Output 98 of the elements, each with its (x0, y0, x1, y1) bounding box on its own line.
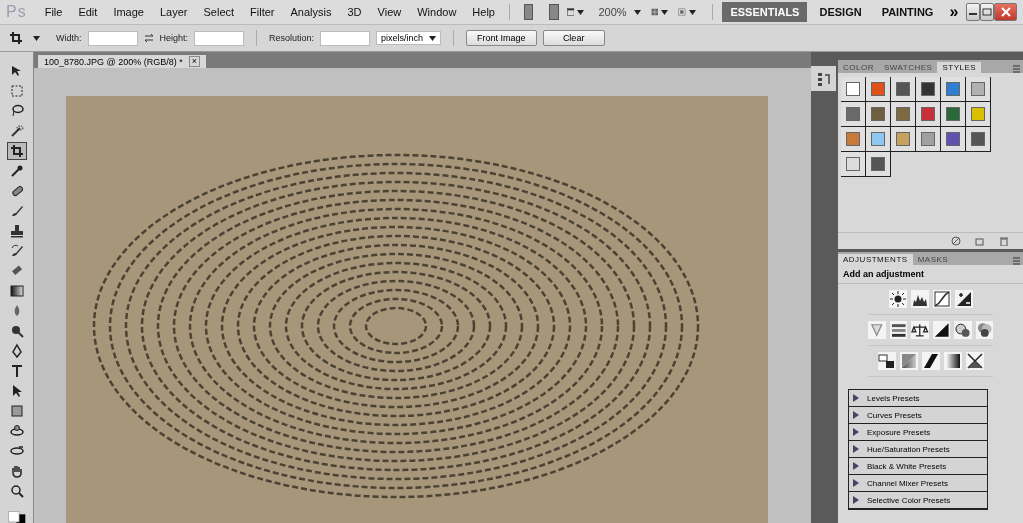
style-swatch[interactable] (941, 127, 966, 152)
resolution-label: Resolution: (269, 33, 315, 43)
menu-item[interactable]: Analysis (282, 6, 340, 18)
zoom-level-dropdown[interactable]: 200% (598, 6, 627, 18)
style-swatch[interactable] (866, 152, 891, 177)
style-swatch[interactable] (891, 102, 916, 127)
panel-tab[interactable]: SWATCHES (878, 62, 938, 73)
expand-triangle-icon[interactable] (853, 394, 859, 402)
style-swatch[interactable] (916, 102, 941, 127)
workspace-button[interactable]: DESIGN (811, 2, 870, 22)
panel-tab[interactable]: STYLES (937, 62, 982, 73)
style-swatch[interactable] (966, 77, 991, 102)
preset-item[interactable]: Channel Mixer Presets (849, 475, 987, 492)
hue-saturation-icon[interactable] (889, 321, 907, 339)
crop-icon[interactable] (8, 30, 24, 46)
minimize-icon[interactable] (966, 3, 981, 21)
menu-item[interactable]: Image (105, 6, 152, 18)
gradient-map-icon[interactable] (943, 352, 962, 370)
style-swatch[interactable] (841, 102, 866, 127)
balance-icon[interactable] (911, 321, 929, 339)
new-style-icon[interactable] (975, 236, 985, 246)
caret-icon[interactable] (688, 9, 696, 15)
close-icon[interactable] (994, 3, 1018, 21)
panel-tab[interactable]: COLOR (838, 62, 879, 73)
menu-item[interactable]: Window (409, 6, 465, 18)
caret-icon[interactable] (33, 35, 40, 41)
style-swatch[interactable] (916, 77, 941, 102)
swap-icon[interactable] (143, 33, 154, 43)
preset-item[interactable]: Curves Presets (849, 407, 987, 424)
expand-triangle-icon[interactable] (853, 462, 859, 470)
preset-item[interactable]: Exposure Presets (849, 424, 987, 441)
panel-heading: Add an adjustment (838, 265, 1023, 284)
close-icon[interactable]: × (188, 56, 200, 67)
document-tab[interactable]: 100_8780.JPG @ 200% (RGB/8) * × (38, 55, 206, 68)
height-label: Height: (159, 33, 189, 43)
resolution-input[interactable] (320, 30, 371, 46)
menu-item[interactable]: File (36, 6, 71, 18)
more-workspaces-button[interactable]: » (949, 3, 959, 21)
style-swatch[interactable] (916, 127, 941, 152)
preset-item[interactable]: Black & White Presets (849, 458, 987, 475)
selective-color-icon[interactable] (965, 352, 984, 370)
expand-triangle-icon[interactable] (853, 496, 859, 504)
style-swatch[interactable] (866, 77, 891, 102)
curves-icon[interactable] (932, 290, 951, 308)
photo-filter-icon[interactable] (954, 321, 972, 339)
threshold-icon[interactable] (921, 352, 940, 370)
style-swatch[interactable] (941, 102, 966, 127)
menu-item[interactable]: Filter (242, 6, 283, 18)
style-swatch[interactable] (866, 102, 891, 127)
histogram-icon[interactable] (910, 290, 929, 308)
clear-style-icon[interactable] (951, 236, 961, 246)
style-swatch[interactable] (891, 127, 916, 152)
expand-triangle-icon[interactable] (853, 428, 859, 436)
style-swatch[interactable] (966, 127, 991, 152)
crop-tool-icon[interactable] (6, 142, 27, 160)
menu-item[interactable]: Help (464, 6, 503, 18)
style-swatch[interactable] (966, 102, 991, 127)
expand-triangle-icon[interactable] (853, 445, 859, 453)
expand-triangle-icon[interactable] (853, 479, 859, 487)
workspace-button[interactable]: PAINTING (873, 2, 942, 22)
menu-item[interactable]: View (369, 6, 410, 18)
screen-mode-icon[interactable] (678, 5, 686, 19)
posterize-icon[interactable] (899, 352, 918, 370)
panel-tab[interactable]: MASKS (912, 254, 954, 265)
style-swatch[interactable] (841, 152, 866, 177)
unit-dropdown[interactable]: pixels/inch (376, 31, 442, 45)
maximize-icon[interactable] (980, 3, 995, 21)
menu-item[interactable]: Select (195, 6, 243, 18)
panel-tab[interactable]: ADJUSTMENTS (838, 254, 913, 265)
preset-item[interactable]: Selective Color Presets (849, 492, 987, 509)
style-swatch[interactable] (891, 77, 916, 102)
desaturate-icon[interactable] (932, 321, 950, 339)
style-swatch[interactable] (841, 127, 866, 152)
height-input[interactable] (194, 30, 245, 46)
width-input[interactable] (87, 30, 138, 46)
exposure-icon[interactable] (954, 290, 973, 308)
preset-item[interactable]: Levels Presets (849, 390, 987, 407)
option-button[interactable]: Clear (542, 30, 605, 46)
style-swatch[interactable] (866, 127, 891, 152)
menu-item[interactable]: Edit (70, 6, 106, 18)
workspace-button[interactable]: ESSENTIALS (722, 2, 808, 22)
width-label: Width: (56, 33, 82, 43)
brightness-icon[interactable] (888, 290, 907, 308)
option-button[interactable]: Front Image (466, 30, 537, 46)
preset-item[interactable]: Hue/Saturation Presets (849, 441, 987, 458)
channel-mixer-icon[interactable] (975, 321, 993, 339)
caret-icon[interactable] (633, 9, 641, 15)
menu-item[interactable]: Layer (151, 6, 196, 18)
caret-icon[interactable] (429, 35, 437, 41)
caret-icon[interactable] (577, 9, 585, 15)
expand-triangle-icon[interactable] (853, 411, 859, 419)
screen-layout-icon[interactable] (566, 5, 575, 19)
invert-icon[interactable] (877, 352, 896, 370)
style-swatch[interactable] (941, 77, 966, 102)
style-swatch[interactable] (841, 77, 866, 102)
trash-icon[interactable] (999, 236, 1009, 246)
caret-icon[interactable] (661, 9, 669, 15)
menu-item[interactable]: 3D (339, 6, 370, 18)
